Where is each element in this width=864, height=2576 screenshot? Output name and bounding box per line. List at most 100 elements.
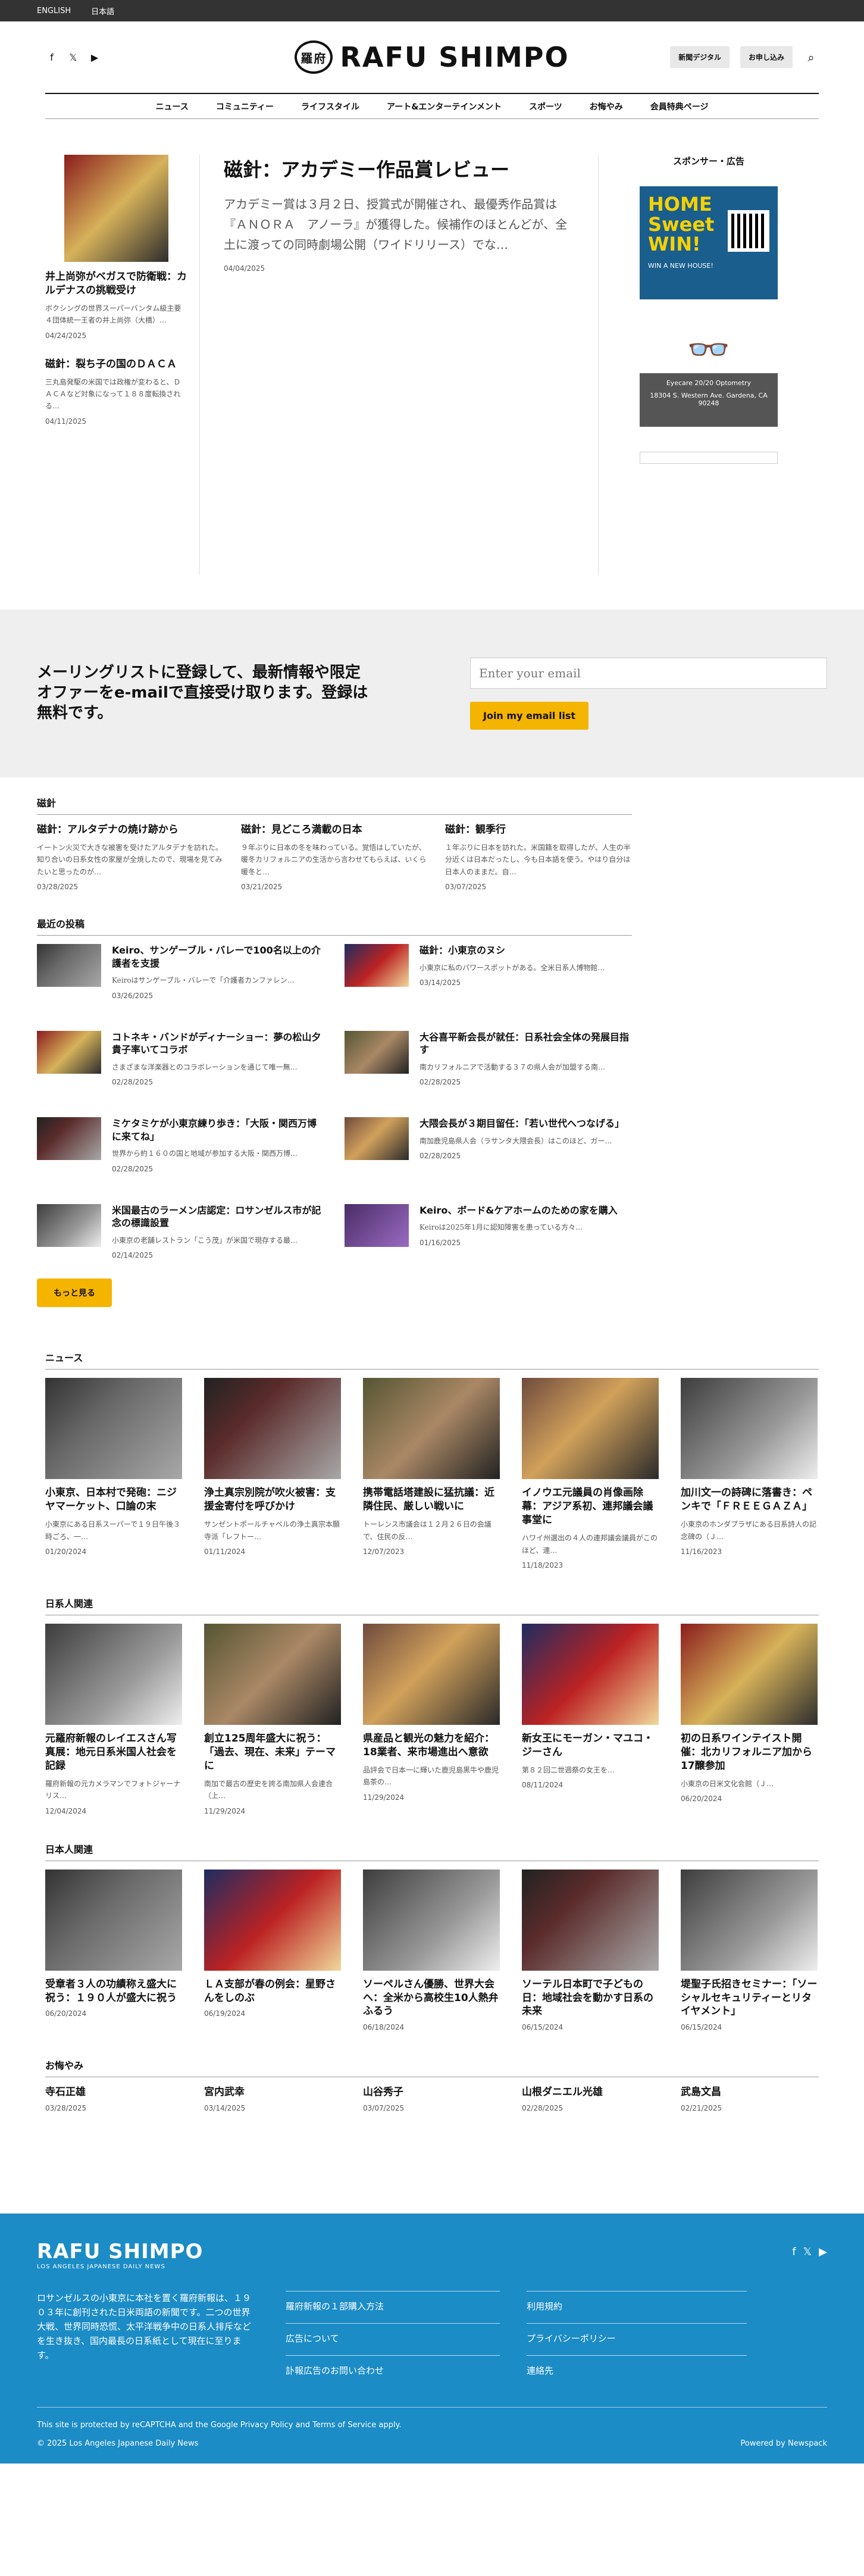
article-thumbnail[interactable]: [522, 1624, 659, 1725]
email-input[interactable]: Enter your email: [470, 657, 827, 689]
article-thumbnail[interactable]: [37, 944, 101, 987]
article-title[interactable]: 磁針：アルタデナの焼け跡から: [37, 823, 223, 837]
search-icon[interactable]: ⌕: [803, 49, 819, 65]
eyecare-ad[interactable]: 👓 Eyecare 20/20 Optometry 18304 S. Weste…: [640, 326, 778, 427]
article-thumbnail[interactable]: [45, 1624, 182, 1725]
article-title[interactable]: 磁針：裂ち子の国のＤＡＣＡ: [45, 358, 187, 371]
article-title[interactable]: 創立125周年盛大に祝う：「過去、現在、未来」テーマに: [204, 1732, 341, 1773]
article-thumbnail[interactable]: [204, 1624, 341, 1725]
article-excerpt: 南カリフォルニアで活動する３７の県人会が加盟する南…: [420, 1062, 606, 1071]
subscribe-button[interactable]: お申し込み: [740, 46, 793, 68]
obituary-name[interactable]: 山谷秀子: [363, 2086, 500, 2099]
article-title[interactable]: ソーテル日本町で子どもの日：地域社会を動かす日系の未来: [522, 1978, 659, 2019]
footer-description: ロサンゼルスの小東京に本社を置く羅府新報は、１９０３年に創刊された日米両語の新聞…: [37, 2293, 252, 2361]
article-title[interactable]: 新女王にモーガン・マユコ・ジーさん: [522, 1732, 659, 1759]
nav-community[interactable]: コミュニティー: [216, 101, 274, 112]
footer-link-contact[interactable]: 連絡先: [527, 2365, 553, 2376]
youtube-icon[interactable]: ▶: [88, 51, 101, 64]
facebook-icon[interactable]: f: [792, 2246, 796, 2258]
article-title[interactable]: 米国最古のラーメン店認定：ロサンゼルス市が記念の標識設置: [112, 1204, 324, 1230]
language-english-link[interactable]: ENGLISH: [37, 7, 71, 15]
twitter-icon[interactable]: 𝕏: [67, 51, 80, 64]
language-japanese-link[interactable]: 日本語: [91, 5, 114, 17]
site-logo[interactable]: 羅府 RAFU SHIMPO: [295, 40, 569, 74]
article-date: 11/29/2024: [204, 1806, 246, 1815]
article-thumbnail[interactable]: [204, 1869, 341, 1971]
digital-edition-button[interactable]: 新聞デジタル: [670, 46, 730, 68]
footer-link-privacy[interactable]: プライバシーポリシー: [527, 2333, 616, 2344]
article-title[interactable]: イノウエ元議員の肖像画除幕：アジア系初、連邦議会議事堂に: [522, 1486, 659, 1527]
article-thumbnail[interactable]: [37, 1203, 101, 1247]
nav-member-benefits[interactable]: 会員特典ページ: [650, 101, 709, 112]
article-excerpt: ９年ぶりに日本の冬を味わっている。覚悟はしていたが、暖冬カリフォルニアの生活から…: [241, 843, 427, 876]
obituary-name[interactable]: 寺石正雄: [45, 2086, 182, 2099]
article-thumbnail[interactable]: [363, 1624, 500, 1725]
article-title[interactable]: 堤聖子氏招きセミナー：「ソーシャルセキュリティーとリタイヤメント」: [681, 1978, 818, 2019]
article-title[interactable]: 県産品と観光の魅力を紹介：18業者、来市場進出へ意欲: [363, 1732, 500, 1759]
obituary-name[interactable]: 山根ダニエル光雄: [522, 2086, 659, 2099]
youtube-icon[interactable]: ▶: [819, 2246, 827, 2258]
facebook-icon[interactable]: f: [45, 51, 58, 64]
nav-sports[interactable]: スポーツ: [529, 101, 562, 112]
article-thumbnail[interactable]: [522, 1378, 659, 1480]
nav-arts-entertainment[interactable]: アート&エンターテインメント: [387, 101, 502, 112]
article-title[interactable]: ＬＡ支部が春の例会：星野さんをしのぶ: [204, 1978, 341, 2005]
obituary-name[interactable]: 宮内武幸: [204, 2086, 341, 2099]
article-thumbnail[interactable]: [37, 1117, 101, 1161]
article-title[interactable]: 浄土真宗別院が吹火被害：支援金寄付を呼びかけ: [204, 1486, 341, 1514]
footer-link-terms[interactable]: 利用規約: [527, 2301, 562, 2312]
article-thumbnail[interactable]: [204, 1378, 341, 1480]
article-title[interactable]: 小東京、日本村で発砲：ニジヤマーケット、口論の末: [45, 1486, 182, 1514]
footer-link-obituary-ad[interactable]: 訃報広告のお問い合わせ: [286, 2365, 384, 2376]
article-title[interactable]: 携帯電話塔建設に猛抗議：近隣住民、厳しい戦いに: [363, 1486, 500, 1514]
article-title[interactable]: 磁針：見どころ満載の日本: [241, 823, 427, 837]
article-title[interactable]: 受章者３人の功績称え盛大に祝う：１９０人が盛大に祝う: [45, 1978, 182, 2005]
article-title[interactable]: 磁針：観季行: [445, 823, 631, 837]
article-thumbnail[interactable]: [681, 1378, 818, 1480]
article-title[interactable]: ソーペルさん優勝、世界大会へ：全米から高校生10人熱弁ふるう: [363, 1978, 500, 2019]
recent-posts-list: Keiro、サンゲーブル・バレーで100名以上の介護者を支援 Keiroはサンゲ…: [37, 944, 632, 1259]
obituary-name[interactable]: 武島文昌: [681, 2086, 818, 2099]
join-email-list-button[interactable]: Join my email list: [470, 701, 589, 730]
article-thumbnail[interactable]: [681, 1869, 818, 1971]
nav-news[interactable]: ニュース: [156, 101, 189, 112]
article-thumbnail[interactable]: [681, 1624, 818, 1725]
home-sweet-win-ad[interactable]: HOME Sweet WIN! WIN A NEW HOUSE!: [640, 186, 778, 299]
banner-ad[interactable]: [640, 452, 778, 464]
nav-lifestyle[interactable]: ライフスタイル: [301, 101, 359, 112]
nav-obituaries[interactable]: お悔やみ: [590, 101, 623, 112]
article-title[interactable]: Keiro、ボード&ケアホームのための家を購入: [420, 1204, 618, 1217]
article-thumbnail[interactable]: [363, 1869, 500, 1971]
article-thumbnail[interactable]: [45, 1378, 182, 1480]
article-thumbnail[interactable]: [363, 1378, 500, 1480]
article-title[interactable]: 元羅府新報のレイエスさん写真展：地元日系米国人社会を記録: [45, 1732, 182, 1773]
more-posts-button[interactable]: もっと見る: [37, 1278, 112, 1308]
article-excerpt: 世界から約１６０の国と地域が参加する大阪・関西万博…: [112, 1149, 298, 1158]
article-thumbnail[interactable]: [522, 1869, 659, 1971]
article-thumbnail[interactable]: [64, 155, 168, 262]
article-thumbnail[interactable]: [345, 944, 409, 987]
article-title[interactable]: 井上尚弥がベガスで防衛戦：カルデナスの挑戦受け: [45, 270, 187, 298]
article-title[interactable]: 大隈会長が３期目留任：「若い世代へつなげる」: [420, 1117, 624, 1130]
footer-link-purchase[interactable]: 羅府新報の１部購入方法: [286, 2301, 384, 2312]
twitter-icon[interactable]: 𝕏: [803, 2246, 812, 2258]
article-thumbnail[interactable]: [345, 1030, 409, 1074]
article-card: 県産品と観光の魅力を紹介：18業者、来市場進出へ意欲 品評会で日本一に輝いた鹿児…: [363, 1624, 500, 1815]
article-title[interactable]: コトネキ・バンドがディナーショー：夢の松山夕貴子率いてコラボ: [112, 1031, 324, 1056]
article-thumbnail[interactable]: [37, 1030, 101, 1074]
article-excerpt: 小東京の老舗レストラン「こう茂」が米国で現存する最…: [112, 1236, 298, 1245]
article-thumbnail[interactable]: [345, 1117, 409, 1161]
featured-article-title[interactable]: 磁針：アカデミー作品賞レビュー: [224, 155, 574, 182]
article-title[interactable]: 大谷喜平新会長が就任：日系社会全体の発展目指す: [420, 1031, 632, 1056]
article-title[interactable]: 磁針：小東京のヌシ: [420, 944, 605, 957]
footer-logo[interactable]: RAFU SHIMPO LOS ANGELES JAPANESE DAILY N…: [37, 2240, 827, 2270]
powered-by-link[interactable]: Powered by Newspack: [740, 2439, 827, 2448]
article-thumbnail[interactable]: [345, 1203, 409, 1247]
article-thumbnail[interactable]: [45, 1869, 182, 1971]
obituary-card: 山谷秀子 03/07/2025: [363, 2086, 500, 2112]
article-title[interactable]: 加川文一の詩碑に落書き：ペンキで「ＦＲＥＥＧＡＺＡ」: [681, 1486, 818, 1514]
article-title[interactable]: Keiro、サンゲーブル・バレーで100名以上の介護者を支援: [112, 944, 324, 970]
footer-link-advertising[interactable]: 広告について: [286, 2333, 339, 2344]
article-title[interactable]: ミケタミケが小東京練り歩き：「大阪・関西万博に来てね」: [112, 1117, 324, 1143]
article-title[interactable]: 初の日系ワインテイスト開催：北カリフォルニア加から17醸参加: [681, 1732, 818, 1773]
